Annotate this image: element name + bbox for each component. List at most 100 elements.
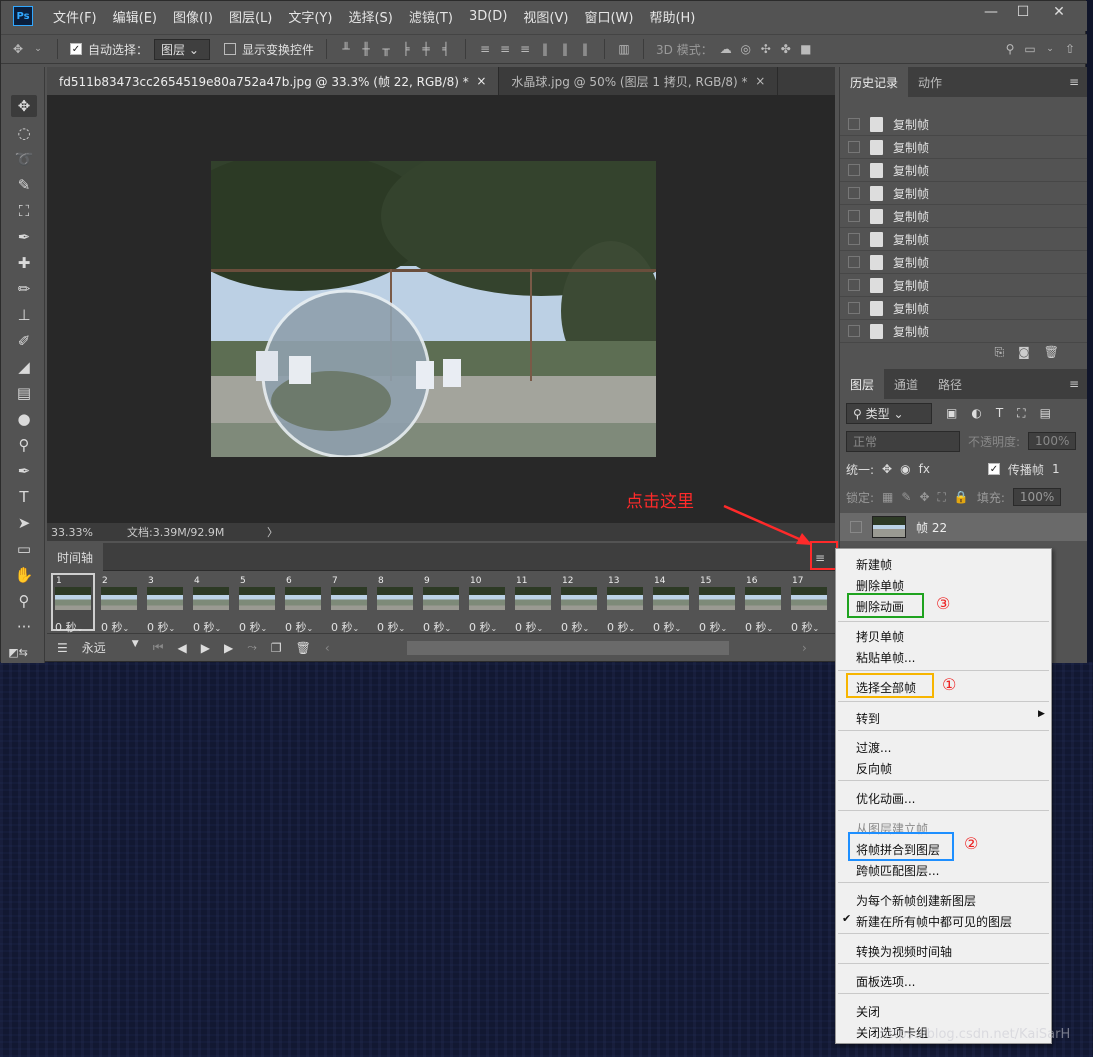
frame-delay[interactable]: 0 秒⌄: [515, 619, 543, 633]
timeline-frame[interactable]: 4 0 秒⌄: [191, 575, 231, 633]
3d-scale-icon[interactable]: ■: [799, 42, 813, 56]
frame-delay[interactable]: 0 秒⌄: [147, 619, 175, 633]
frame-delay[interactable]: 0 秒⌄: [561, 619, 589, 633]
menu-image[interactable]: 图像(I): [165, 7, 221, 26]
scroll-left-icon[interactable]: ‹: [325, 641, 330, 655]
frame-delay[interactable]: 0 秒⌄: [331, 619, 359, 633]
history-snapshot-box[interactable]: [848, 325, 860, 337]
scroll-right-icon[interactable]: ›: [802, 641, 807, 655]
timeline-frame[interactable]: 8 0 秒⌄: [375, 575, 415, 633]
chevron-down-icon[interactable]: ⌄: [31, 42, 45, 56]
menu-goto[interactable]: 转到: [856, 710, 880, 727]
eraser-tool-icon[interactable]: ◢: [11, 356, 37, 378]
timeline-frame[interactable]: 11 0 秒⌄: [513, 575, 553, 633]
smart-filter-icon[interactable]: ▤: [1040, 406, 1051, 420]
rectangle-tool-icon[interactable]: ▭: [11, 538, 37, 560]
timeline-frame[interactable]: 15 0 秒⌄: [697, 575, 737, 633]
timeline-frame[interactable]: 16 0 秒⌄: [743, 575, 783, 633]
history-item[interactable]: 复制帧: [840, 320, 1087, 343]
timeline-frame[interactable]: 5 0 秒⌄: [237, 575, 277, 633]
clone-stamp-icon[interactable]: ⊥: [11, 304, 37, 326]
gradient-tool-icon[interactable]: ▤: [11, 382, 37, 404]
frame-delay[interactable]: 0 秒⌄: [607, 619, 635, 633]
convert-timeline-icon[interactable]: ☰: [57, 641, 68, 655]
3d-roll-icon[interactable]: ◎: [739, 42, 753, 56]
menu-layer[interactable]: 图层(L): [221, 7, 280, 26]
blend-mode-select[interactable]: 正常: [846, 430, 960, 452]
align-right-icon[interactable]: ╡: [439, 42, 453, 56]
type-tool-icon[interactable]: T: [11, 486, 37, 508]
trash-icon[interactable]: 🗑: [1044, 345, 1059, 359]
timeline-frame[interactable]: 13 0 秒⌄: [605, 575, 645, 633]
history-snapshot-box[interactable]: [848, 187, 860, 199]
history-item[interactable]: 复制帧: [840, 205, 1087, 228]
history-snapshot-box[interactable]: [848, 118, 860, 130]
frame-delay[interactable]: 0 秒⌄: [239, 619, 267, 633]
menu-paste-frame[interactable]: 粘贴单帧...: [856, 649, 915, 666]
menu-delete-frame[interactable]: 删除单帧: [856, 577, 904, 594]
auto-align-icon[interactable]: ▥: [617, 42, 631, 56]
timeline-frame[interactable]: 14 0 秒⌄: [651, 575, 691, 633]
lock-all-icon[interactable]: 🔒: [954, 490, 969, 504]
propagate-checkbox[interactable]: ✓: [987, 463, 1000, 475]
frame-delay[interactable]: 0 秒⌄: [791, 619, 819, 633]
menu-match-layer-across-frames[interactable]: 跨帧匹配图层...: [856, 862, 939, 879]
workspace-icon[interactable]: ▭: [1023, 42, 1037, 56]
menu-type[interactable]: 文字(Y): [280, 7, 340, 26]
opacity-input[interactable]: 100%: [1028, 432, 1077, 450]
tab-paths[interactable]: 路径: [928, 369, 972, 399]
frame-delay[interactable]: 0 秒⌄: [469, 619, 497, 633]
close-tab-icon[interactable]: ×: [476, 74, 486, 88]
lock-pixels-icon[interactable]: ▦: [882, 490, 893, 504]
color-swatch-icon[interactable]: ◩⇆: [5, 641, 31, 663]
menu-optimize-animation[interactable]: 优化动画...: [856, 790, 915, 807]
show-transform-checkbox[interactable]: [224, 43, 237, 55]
frame-delay[interactable]: 0 秒⌄: [285, 619, 313, 633]
menu-window[interactable]: 窗口(W): [576, 7, 641, 26]
delete-frame-icon[interactable]: 🗑: [296, 641, 311, 655]
timeline-frame[interactable]: 10 0 秒⌄: [467, 575, 507, 633]
history-snapshot-box[interactable]: [848, 302, 860, 314]
blur-tool-icon[interactable]: ●: [11, 408, 37, 430]
menu-new-frame[interactable]: 新建帧: [856, 556, 892, 573]
history-snapshot-box[interactable]: [848, 141, 860, 153]
auto-select-dropdown[interactable]: 图层 ⌄: [154, 38, 211, 60]
zoom-tool-icon[interactable]: ⚲: [11, 590, 37, 612]
menu-new-layers-visible-all-frames[interactable]: 新建在所有帧中都可见的图层: [856, 913, 1012, 930]
distribute-bottom-icon[interactable]: ≡: [518, 42, 532, 56]
path-select-icon[interactable]: ➤: [11, 512, 37, 534]
timeline-scrollbar[interactable]: [407, 641, 729, 655]
quick-select-tool-icon[interactable]: ✎: [11, 174, 37, 196]
tween-icon[interactable]: ⤳: [247, 640, 257, 655]
close-tab-icon[interactable]: ×: [755, 74, 765, 88]
unify-style-icon[interactable]: fx: [919, 462, 930, 476]
tab-layers[interactable]: 图层: [840, 369, 885, 399]
image-filter-icon[interactable]: ▣: [946, 406, 957, 420]
prev-frame-icon[interactable]: ◀: [178, 641, 187, 655]
3d-pan-icon[interactable]: ✣: [759, 42, 773, 56]
play-icon[interactable]: ▶: [201, 641, 210, 655]
menu-create-new-layer-each-frame[interactable]: 为每个新帧创建新图层: [856, 892, 976, 909]
align-hcenter-icon[interactable]: ╪: [419, 42, 433, 56]
hand-tool-icon[interactable]: ✋: [11, 564, 37, 586]
chevron-down-icon[interactable]: ⌄: [1043, 42, 1057, 56]
frame-delay[interactable]: 0 秒⌄: [653, 619, 681, 633]
unify-visibility-icon[interactable]: ◉: [900, 462, 910, 476]
lock-artboard-icon[interactable]: ⛶: [938, 490, 946, 505]
tab-actions[interactable]: 动作: [908, 67, 952, 97]
share-icon[interactable]: ⇧: [1063, 42, 1077, 56]
dodge-tool-icon[interactable]: ⚲: [11, 434, 37, 456]
timeline-frame[interactable]: 1 0 秒⌄: [51, 573, 95, 633]
history-snapshot-box[interactable]: [848, 164, 860, 176]
camera-icon[interactable]: ◙: [1018, 345, 1030, 359]
crop-tool-icon[interactable]: ⛶: [11, 200, 37, 222]
menu-help[interactable]: 帮助(H): [641, 7, 703, 26]
align-bottom-icon[interactable]: ╥: [379, 42, 393, 56]
menu-3d[interactable]: 3D(D): [461, 9, 515, 24]
tab-channels[interactable]: 通道: [884, 369, 928, 399]
layer-visibility-box[interactable]: [850, 521, 862, 533]
history-brush-icon[interactable]: ✐: [11, 330, 37, 352]
align-top-icon[interactable]: ╨: [339, 42, 353, 56]
frame-delay[interactable]: 0 秒⌄: [101, 619, 129, 633]
minimize-button[interactable]: —: [973, 1, 1009, 23]
